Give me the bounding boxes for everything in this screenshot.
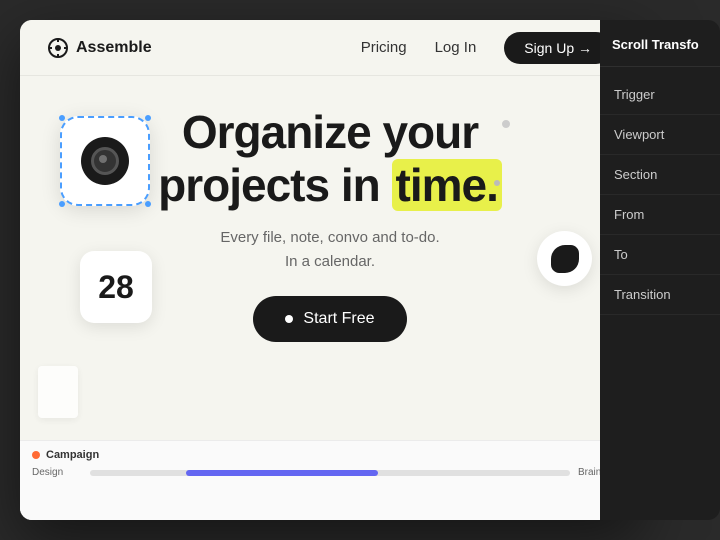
paper-widget bbox=[38, 366, 78, 418]
hero-subtitle: Every file, note, convo and to-do. In a … bbox=[220, 226, 439, 274]
timeline-bar: Campaign Design Brainstorming bbox=[20, 441, 640, 520]
hero-section: 28 Organize your projects in time. Every… bbox=[20, 76, 640, 362]
panel-header: Scroll Transfo bbox=[600, 20, 720, 67]
btn-dot bbox=[285, 315, 293, 323]
blob-inner bbox=[551, 245, 579, 273]
corner-bl bbox=[59, 201, 65, 207]
camera-inner bbox=[81, 137, 129, 185]
campaign-title: Campaign bbox=[46, 449, 99, 461]
blob-widget bbox=[537, 231, 592, 286]
logo-text: Assemble bbox=[76, 39, 152, 57]
corner-tl bbox=[59, 115, 65, 121]
calendar-widget: 28 bbox=[80, 251, 152, 323]
start-free-button[interactable]: Start Free bbox=[253, 296, 406, 342]
design-label: Design bbox=[32, 467, 82, 478]
panel-rows: Trigger Viewport Section From To Transit… bbox=[600, 67, 720, 323]
navbar: Assemble Pricing Log In Sign Up → bbox=[20, 20, 640, 76]
main-window: Assemble Pricing Log In Sign Up → 28 bbox=[20, 20, 640, 520]
corner-br bbox=[145, 201, 151, 207]
camera-widget bbox=[60, 116, 150, 206]
pricing-link[interactable]: Pricing bbox=[361, 39, 407, 56]
hero-title: Organize your projects in time. bbox=[158, 106, 502, 212]
highlight-word: time. bbox=[392, 159, 502, 211]
deco-dot-1 bbox=[502, 120, 510, 128]
panel-title: Scroll Transfo bbox=[612, 37, 699, 52]
panel-row-from[interactable]: From bbox=[600, 195, 720, 235]
login-link[interactable]: Log In bbox=[435, 39, 477, 56]
timeline-dot bbox=[32, 451, 40, 459]
panel-row-transition[interactable]: Transition bbox=[600, 275, 720, 315]
nav-links: Pricing Log In Sign Up → bbox=[361, 32, 612, 64]
timeline-progress bbox=[186, 470, 378, 476]
panel-row-viewport[interactable]: Viewport bbox=[600, 115, 720, 155]
logo-icon bbox=[48, 38, 68, 58]
deco-dot-2 bbox=[494, 180, 500, 186]
timeline-row-design: Design Brainstorming bbox=[32, 467, 628, 478]
corner-tr bbox=[145, 115, 151, 121]
timeline-header: Campaign bbox=[32, 449, 628, 461]
panel-row-to[interactable]: To bbox=[600, 235, 720, 275]
timeline-track bbox=[90, 470, 570, 476]
right-panel: Scroll Transfo Trigger Viewport Section … bbox=[600, 20, 720, 520]
logo: Assemble bbox=[48, 38, 152, 58]
panel-row-trigger[interactable]: Trigger bbox=[600, 75, 720, 115]
cta-label: Start Free bbox=[303, 310, 374, 328]
signup-button[interactable]: Sign Up → bbox=[504, 32, 612, 64]
bottom-preview: Campaign Design Brainstorming bbox=[20, 440, 640, 520]
camera-lens bbox=[91, 147, 119, 175]
panel-row-section[interactable]: Section bbox=[600, 155, 720, 195]
